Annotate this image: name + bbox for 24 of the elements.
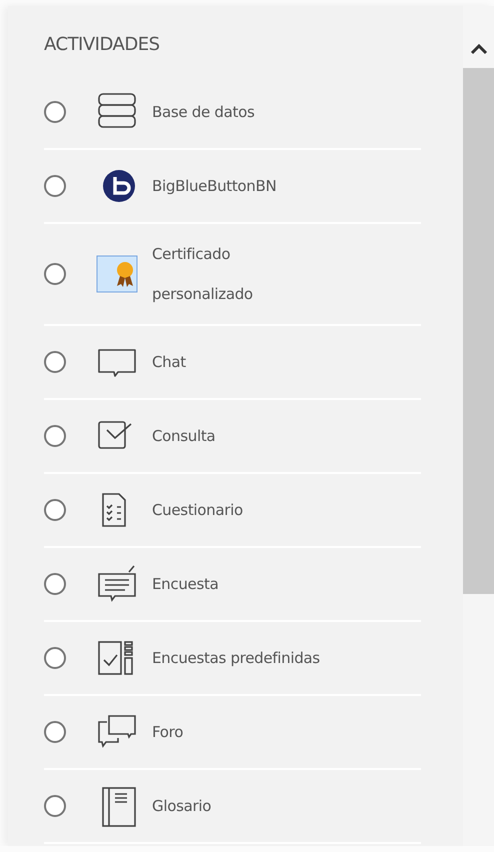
panel-title: ACTIVIDADES: [44, 33, 161, 57]
caret-up-icon[interactable]: [468, 42, 488, 56]
radio-button[interactable]: [44, 101, 66, 123]
activity-label[interactable]: Base de datos: [152, 92, 254, 132]
radio-button[interactable]: [44, 351, 66, 373]
activity-label[interactable]: Cuestionario: [152, 490, 243, 530]
activity-label[interactable]: Certificado personalizado: [152, 234, 312, 314]
radio-button[interactable]: [44, 573, 66, 595]
radio-button[interactable]: [44, 175, 66, 197]
activity-label[interactable]: Foro: [152, 712, 184, 752]
radio-button[interactable]: [44, 721, 66, 743]
scrollbar-thumb[interactable]: [463, 68, 494, 594]
activity-label[interactable]: BigBlueButtonBN: [152, 166, 276, 206]
radio-button[interactable]: [44, 425, 66, 447]
radio-button[interactable]: [44, 263, 66, 285]
activity-label[interactable]: Glosario: [152, 786, 212, 826]
scrollbar[interactable]: [463, 6, 494, 846]
radio-button[interactable]: [44, 499, 66, 521]
activity-label[interactable]: Consulta: [152, 416, 216, 456]
radio-button[interactable]: [44, 795, 66, 817]
activity-label[interactable]: Chat: [152, 342, 186, 382]
radio-button[interactable]: [44, 647, 66, 669]
activity-label[interactable]: Encuesta: [152, 564, 218, 604]
activity-label[interactable]: Encuestas predefinidas: [152, 638, 320, 678]
